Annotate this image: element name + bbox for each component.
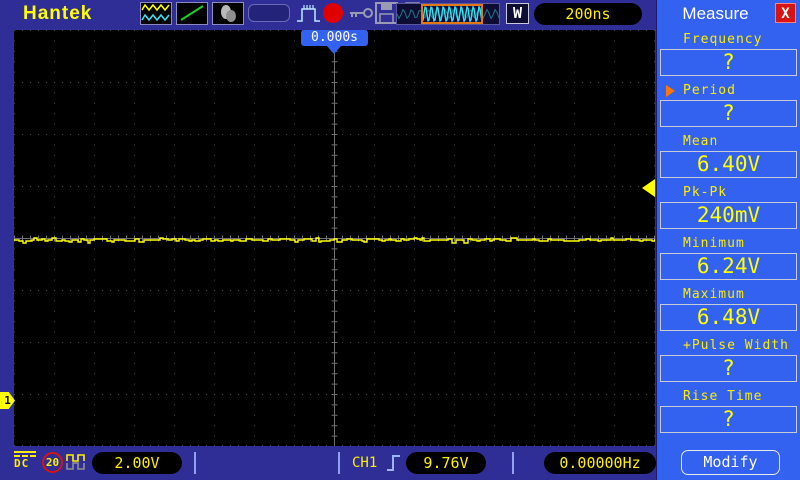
dc-coupling-icon[interactable]: DC (14, 450, 38, 469)
graticule-and-trace (14, 30, 656, 446)
peak-detect-icon[interactable] (296, 2, 322, 25)
measure-item-period[interactable]: Period (657, 82, 800, 99)
measure-value-period: ? (660, 100, 797, 127)
selection-arrow-icon (666, 85, 675, 97)
measure-value-minimum: 6.24V (660, 253, 797, 280)
statusbar-separator (512, 452, 514, 474)
brand-logo: Hantek (23, 3, 93, 24)
channel-waveforms-glyph (141, 3, 170, 22)
measure-panel: Measure X Frequency ? Period ? Mean 6.40… (656, 0, 800, 480)
measure-item-rise-time[interactable]: Rise Time (657, 388, 800, 405)
lock-key-icon[interactable] (348, 2, 374, 25)
trigger-source-label: CH1 (352, 455, 378, 471)
dc-coupling-label: DC (14, 457, 30, 470)
rising-edge-glyph (387, 455, 400, 471)
window-mode-button[interactable]: W (506, 3, 529, 24)
peak-detect-glyph (297, 5, 320, 22)
time-offset-pointer-icon (327, 46, 341, 54)
measure-item-pulse-width[interactable]: +Pulse Width (657, 337, 800, 354)
measure-item-frequency[interactable]: Frequency (657, 31, 800, 48)
rising-edge-icon (385, 452, 403, 478)
record-glyph (323, 3, 343, 23)
top-toolbar: Hantek W 200ns (0, 0, 656, 28)
measure-list: Frequency ? Period ? Mean 6.40V Pk-Pk 24… (657, 31, 800, 439)
modify-button[interactable]: Modify (681, 450, 780, 475)
bandwidth-limit-badge: 20 (42, 452, 63, 473)
measure-item-mean[interactable]: Mean (657, 133, 800, 150)
volts-per-div-readout[interactable]: 2.00V (92, 452, 182, 474)
measure-item-pkpk[interactable]: Pk-Pk (657, 184, 800, 201)
measure-value-mean: 6.40V (660, 151, 797, 178)
waveform-preview[interactable] (396, 3, 500, 25)
measure-value-maximum: 6.48V (660, 304, 797, 331)
lock-key-glyph (350, 8, 373, 18)
status-bar: DC 20 2.00V CH1 9.76V 0.00000Hz (0, 446, 656, 480)
channel-waveforms-icon[interactable] (140, 2, 172, 25)
trigger-level-marker[interactable] (642, 179, 655, 197)
statusbar-separator (338, 452, 340, 474)
timebase-readout[interactable]: 200ns (534, 3, 642, 25)
record-icon[interactable] (322, 2, 348, 25)
probe-waveform-glyph (66, 454, 85, 470)
time-offset-tag[interactable]: 0.000s (301, 30, 368, 46)
measure-value-pulse-width: ? (660, 355, 797, 382)
cursor-line-glyph (180, 5, 204, 21)
measure-item-period-label: Period (683, 83, 736, 98)
close-icon[interactable]: X (775, 3, 796, 23)
trigger-frequency-readout: 0.00000Hz (544, 452, 656, 474)
measure-panel-title: Measure (682, 4, 749, 23)
measure-value-pkpk: 240mV (660, 202, 797, 229)
hand-icon[interactable] (212, 2, 244, 25)
measure-value-rise-time: ? (660, 406, 797, 433)
probe-waveform-icon (66, 453, 90, 475)
measure-item-maximum[interactable]: Maximum (657, 286, 800, 303)
capture-field[interactable] (248, 4, 290, 22)
scope-display: 0.000s (14, 30, 656, 446)
dc-solid-line (14, 451, 36, 453)
cursor-line-icon[interactable] (176, 2, 208, 25)
waveform-preview-glyph (396, 4, 500, 24)
trigger-level-readout[interactable]: 9.76V (406, 452, 486, 474)
measure-item-minimum[interactable]: Minimum (657, 235, 800, 252)
statusbar-separator (194, 452, 196, 474)
measure-value-frequency: ? (660, 49, 797, 76)
hand-glyph (221, 5, 236, 22)
channel1-ground-marker[interactable]: 1 (0, 392, 15, 409)
